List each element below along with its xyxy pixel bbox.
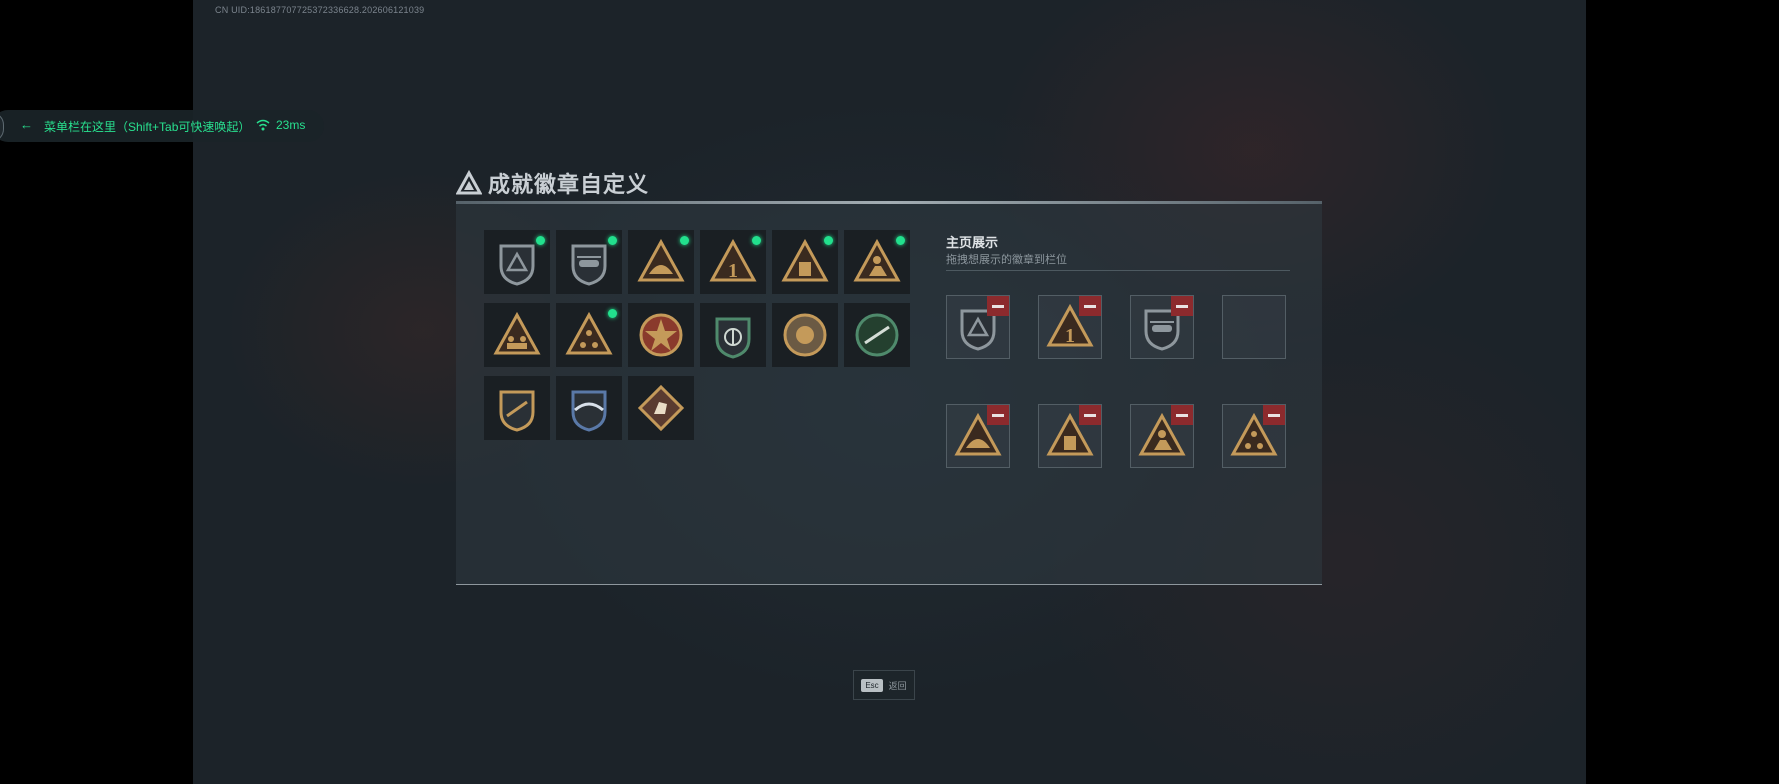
round-emblem-badge-icon: [783, 313, 827, 357]
triangle-helmet-badge-icon: [637, 238, 685, 282]
arrow-left-icon: ←: [20, 117, 33, 132]
badge-cell[interactable]: [484, 303, 550, 367]
badge-cell[interactable]: [772, 230, 838, 294]
triangle-soldier-badge-icon: [853, 238, 901, 282]
esc-key-hint: Esc: [861, 678, 883, 692]
selected-indicator: [896, 236, 905, 245]
display-slot[interactable]: [1038, 404, 1102, 468]
remove-icon[interactable]: [987, 296, 1009, 316]
badge-cell[interactable]: [556, 303, 622, 367]
blue-wings-badge-icon: [571, 390, 607, 432]
display-slot[interactable]: [1222, 404, 1286, 468]
remove-icon[interactable]: [987, 405, 1009, 425]
badge-cell[interactable]: [628, 230, 694, 294]
selected-indicator: [608, 236, 617, 245]
shield-helicopter-badge-icon: [571, 244, 607, 286]
badge-cell[interactable]: [556, 230, 622, 294]
badge-customize-panel: 1 主页展示 拖拽想展示的徽章到栏位 1: [456, 204, 1322, 585]
uid-watermark: CN UID:186187707725372336628.20260612103…: [215, 5, 425, 15]
back-button[interactable]: Esc 返回: [853, 670, 915, 700]
selected-indicator: [752, 236, 761, 245]
dialog-title-row: 成就徽章自定义: [456, 168, 649, 198]
display-slot[interactable]: [946, 295, 1010, 359]
display-divider: [946, 270, 1290, 271]
remove-icon[interactable]: [1079, 405, 1101, 425]
selected-indicator: [536, 236, 545, 245]
back-label: 返回: [888, 680, 907, 691]
green-shield-badge-icon: [715, 317, 751, 359]
display-section-title: 主页展示: [946, 235, 999, 250]
display-slot[interactable]: 1: [1038, 295, 1102, 359]
shield-triangle-badge-icon: [499, 244, 535, 286]
badge-cell[interactable]: 1: [700, 230, 766, 294]
remove-icon[interactable]: [1171, 405, 1193, 425]
svg-text:1: 1: [1065, 325, 1075, 347]
triangle-squad-badge-icon: [493, 311, 541, 355]
badge-cell[interactable]: [484, 230, 550, 294]
display-slot[interactable]: [1130, 404, 1194, 468]
diamond-horse-badge-icon: [637, 384, 685, 432]
badge-cell[interactable]: [844, 303, 910, 367]
dialog-title: 成就徽章自定义: [488, 172, 650, 197]
badge-cell[interactable]: [700, 303, 766, 367]
menu-collapse-handle[interactable]: [0, 112, 4, 142]
menu-hint-bar[interactable]: ← 菜单栏在这里（Shift+Tab可快速唤起） 23ms: [0, 110, 324, 142]
remove-icon[interactable]: [1079, 296, 1101, 316]
display-slot-empty[interactable]: [1222, 295, 1286, 359]
star-emblem-badge-icon: [639, 313, 683, 357]
badge-cell[interactable]: [484, 376, 550, 440]
triangle-dots-badge-icon: [565, 311, 613, 355]
badge-cell[interactable]: [844, 230, 910, 294]
selected-indicator: [824, 236, 833, 245]
shield-rifle-badge-icon: [499, 390, 535, 432]
remove-icon[interactable]: [1171, 296, 1193, 316]
triangle-logo-icon: [456, 170, 482, 195]
triangle-box-badge-icon: [781, 238, 829, 282]
badge-cell[interactable]: [628, 376, 694, 440]
badge-cell[interactable]: [556, 376, 622, 440]
selected-indicator: [680, 236, 689, 245]
selected-indicator: [608, 309, 617, 318]
display-slot[interactable]: [1130, 295, 1194, 359]
menu-hint-text: 菜单栏在这里（Shift+Tab可快速唤起）: [44, 120, 251, 134]
ping-value: 23ms: [276, 118, 306, 132]
svg-text:1: 1: [728, 260, 738, 282]
remove-icon[interactable]: [1263, 405, 1285, 425]
wifi-icon: [256, 119, 270, 131]
display-slot[interactable]: [946, 404, 1010, 468]
green-rifle-badge-icon: [855, 313, 899, 357]
display-section-subtitle: 拖拽想展示的徽章到栏位: [946, 254, 1067, 266]
badge-cell[interactable]: [772, 303, 838, 367]
triangle-number-one-badge-icon: 1: [709, 238, 757, 282]
game-viewport: CN UID:186187707725372336628.20260612103…: [193, 0, 1586, 784]
badge-cell[interactable]: [628, 303, 694, 367]
